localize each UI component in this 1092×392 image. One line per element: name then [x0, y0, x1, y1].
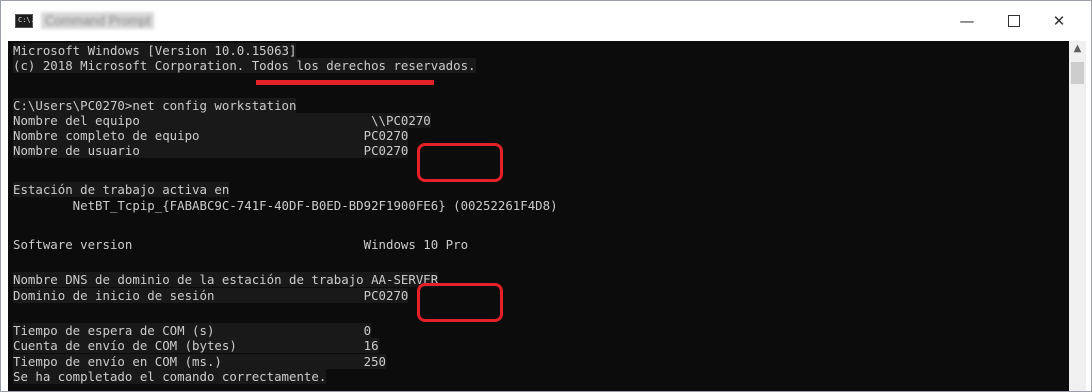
console-output[interactable]: Microsoft Windows [Version 10.0.15063] (… — [8, 41, 1069, 391]
console-line: Nombre DNS de dominio de la estación de … — [13, 272, 439, 287]
console-line: Estación de trabajo activa en — [13, 182, 230, 197]
console-line: Nombre completo de equipo PC0270 — [13, 128, 409, 143]
console-line: NetBT_Tcpip_{FABABC9C-741F-40DF-B0ED-BD9… — [13, 198, 558, 213]
console-line: Microsoft Windows [Version 10.0.15063] — [13, 43, 297, 58]
minimize-button[interactable]: — — [945, 7, 989, 35]
console-line: Nombre del equipo \\PC0270 — [13, 113, 431, 128]
console-line: Dominio de inicio de sesión PC0270 — [13, 288, 409, 303]
console-app-icon[interactable]: C:\. — [15, 14, 35, 28]
console-line: Tiempo de envío en COM (ms.) 250 — [13, 354, 386, 369]
window-title: Command Prompt — [41, 12, 155, 29]
highlight-ring-user-name — [417, 143, 503, 182]
console-line: Nombre de usuario PC0270 — [13, 143, 409, 158]
highlight-ring-logon-domain — [417, 283, 503, 322]
scroll-thumb[interactable] — [1071, 62, 1084, 84]
console-line: Software version Windows 10 Pro — [13, 237, 469, 252]
redaction-bar — [256, 80, 434, 85]
close-button[interactable]: ✕ — [1037, 7, 1081, 35]
scroll-up-arrow-icon[interactable]: ▲ — [1069, 43, 1086, 57]
console-line: C:\Users\PC0270>net config workstation — [13, 98, 297, 113]
maximize-button[interactable] — [991, 7, 1035, 35]
vertical-scrollbar[interactable]: ▲ — [1069, 41, 1086, 391]
console-line: Se ha completado el comando correctament… — [13, 369, 327, 384]
console-line: Tiempo de espera de COM (s) 0 — [13, 323, 372, 338]
console-icon-label: C:\. — [18, 16, 35, 24]
console-line: Cuenta de envío de COM (bytes) 16 — [13, 338, 379, 353]
command-prompt-window: C:\. Command Prompt — ✕ Microsoft Window… — [0, 0, 1092, 392]
console-line: (c) 2018 Microsoft Corporation. Todos lo… — [13, 58, 476, 73]
title-bar[interactable]: C:\. Command Prompt — ✕ — [1, 1, 1091, 41]
